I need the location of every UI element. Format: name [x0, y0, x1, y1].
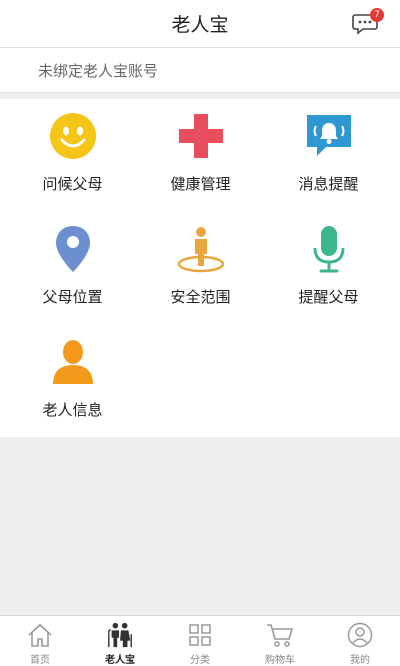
bell-message-icon [304, 111, 354, 161]
greet-parents-item[interactable]: 问候父母 [6, 99, 139, 212]
health-management-item[interactable]: 健康管理 [134, 99, 267, 212]
tab-label: 我的 [350, 655, 370, 666]
safety-range-item[interactable]: 安全范围 [134, 212, 267, 325]
elderly-couple-icon [106, 621, 134, 649]
message-count-badge: 7 [370, 8, 384, 22]
tab-label: 分类 [190, 655, 210, 666]
tab-home[interactable]: 首页 [0, 616, 80, 666]
grid-label: 提醒父母 [298, 288, 359, 306]
feature-grid: 问候父母 健康管理 消息提醒 父母位置 安全范围 提醒父母 老人信息 [0, 99, 400, 437]
bottom-tab-bar: 首页 老人宝 分类 购物车 我的 [0, 615, 400, 666]
location-pin-icon [48, 224, 98, 274]
category-grid-icon [186, 621, 214, 649]
grid-label: 父母位置 [42, 288, 103, 306]
remind-parents-item[interactable]: 提醒父母 [262, 212, 395, 325]
home-icon [26, 621, 54, 649]
page-title: 老人宝 [171, 14, 229, 36]
grid-label: 健康管理 [170, 175, 231, 193]
grid-label: 问候父母 [42, 175, 103, 193]
grid-label: 老人信息 [42, 401, 103, 419]
bind-account-text: 未绑定老人宝账号 [38, 61, 159, 80]
tab-laorenbao[interactable]: 老人宝 [80, 616, 160, 666]
smiley-icon [48, 111, 98, 161]
medical-cross-icon [176, 111, 226, 161]
tab-category[interactable]: 分类 [160, 616, 240, 666]
messages-button[interactable]: 7 [352, 8, 384, 36]
profile-icon [346, 621, 374, 649]
parents-location-item[interactable]: 父母位置 [6, 212, 139, 325]
grid-label: 安全范围 [170, 288, 231, 306]
grid-label: 消息提醒 [298, 175, 359, 193]
bind-account-bar[interactable]: 未绑定老人宝账号 [0, 48, 400, 93]
tab-label: 老人宝 [105, 655, 135, 666]
tab-label: 购物车 [265, 655, 295, 666]
app-header: 老人宝 7 [0, 0, 400, 48]
elder-info-item[interactable]: 老人信息 [6, 325, 139, 438]
person-safe-zone-icon [176, 224, 226, 274]
tab-profile[interactable]: 我的 [320, 616, 400, 666]
microphone-icon [304, 224, 354, 274]
tab-cart[interactable]: 购物车 [240, 616, 320, 666]
person-icon [48, 337, 98, 387]
tab-label: 首页 [30, 655, 50, 666]
shopping-cart-icon [266, 621, 294, 649]
message-reminder-item[interactable]: 消息提醒 [262, 99, 395, 212]
